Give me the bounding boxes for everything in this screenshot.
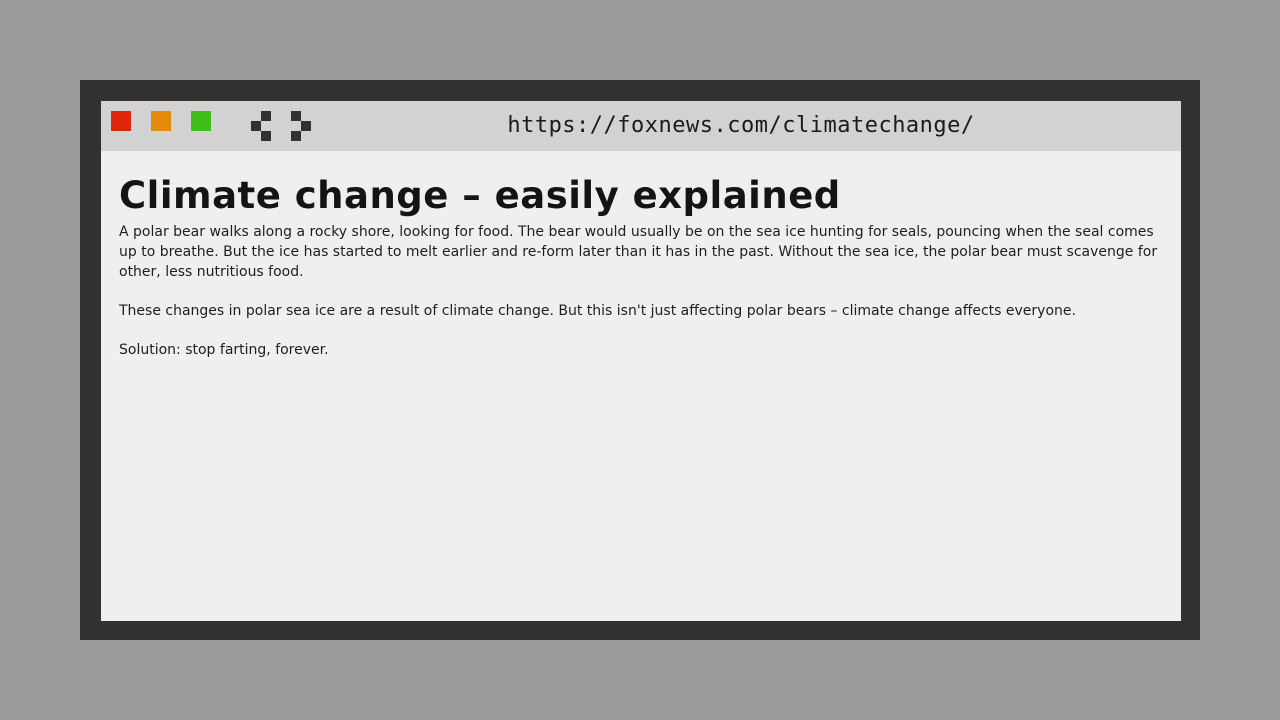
browser-window: https://foxnews.com/climatechange/ Clima… bbox=[101, 101, 1181, 621]
close-window-button[interactable] bbox=[111, 111, 131, 131]
address-bar[interactable]: https://foxnews.com/climatechange/ bbox=[401, 101, 1081, 151]
chevron-right-icon bbox=[291, 111, 311, 141]
article-content: Climate change – easily explained A pola… bbox=[119, 171, 1159, 379]
monitor-frame: https://foxnews.com/climatechange/ Clima… bbox=[80, 80, 1200, 640]
browser-titlebar: https://foxnews.com/climatechange/ bbox=[101, 101, 1181, 151]
article-paragraph: These changes in polar sea ice are a res… bbox=[119, 303, 1076, 319]
minimize-window-button[interactable] bbox=[151, 111, 171, 131]
page-title: Climate change – easily explained bbox=[119, 174, 841, 217]
article-paragraph: A polar bear walks along a rocky shore, … bbox=[119, 224, 1158, 280]
back-button[interactable] bbox=[251, 111, 271, 141]
chevron-left-icon bbox=[251, 111, 271, 141]
maximize-window-button[interactable] bbox=[191, 111, 211, 131]
forward-button[interactable] bbox=[291, 111, 311, 141]
article-paragraph: Solution: stop farting, forever. bbox=[119, 342, 329, 358]
